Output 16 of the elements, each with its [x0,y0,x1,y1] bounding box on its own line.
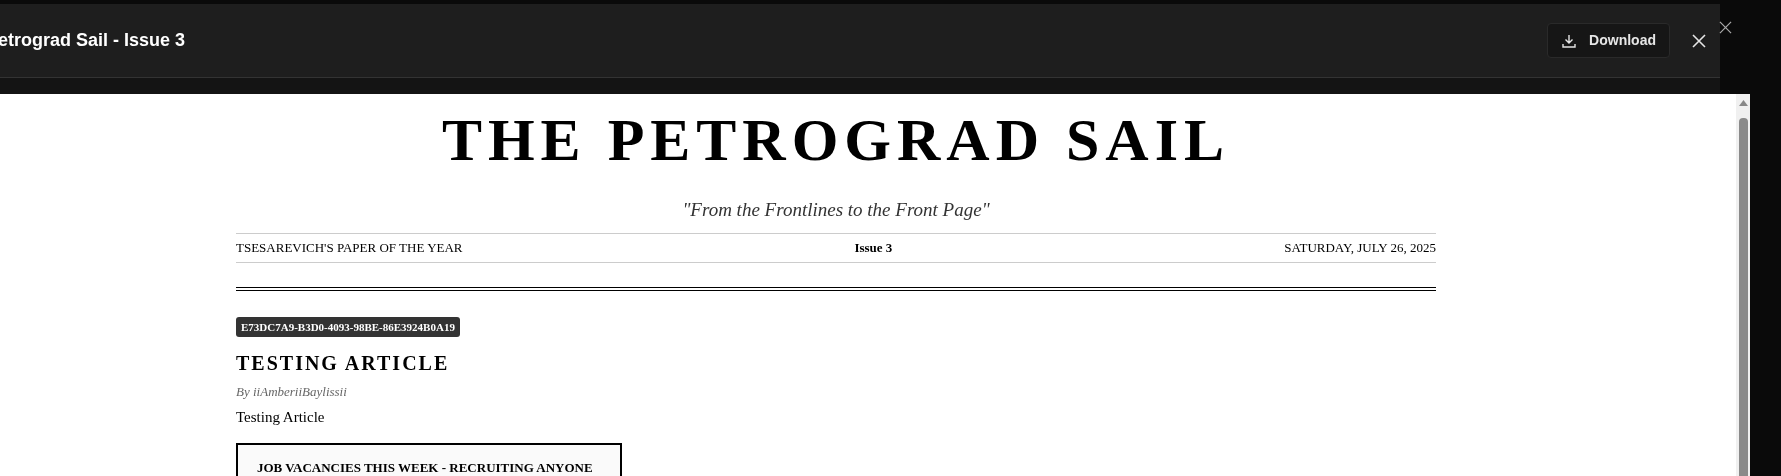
masthead-title: THE PETROGRAD SAIL [441,107,1231,173]
article-headline: TESTING ARTICLE [236,350,451,376]
close-icon[interactable] [1719,21,1732,34]
id-badge: E73DC7A9-B3D0-4093-98BE-86E3924B0A19 [236,316,460,337]
issue-number: Issue 3 [854,238,893,257]
scrollbar-thumb[interactable] [1738,118,1748,476]
date-text: SATURDAY, JULY 26, 2025 [1284,238,1436,257]
scrollbar[interactable] [1736,94,1750,476]
article-text: Testing Article [236,408,326,427]
box-heading: JOB VACANCIES THIS WEEK - RECRUITING ANYONE [257,459,593,475]
download-icon [1561,32,1578,49]
tagline: "From the Frontlines to the Front Page" [682,199,990,220]
info-text: TSESAREVICH'S PAPER OF THE YEAR [236,238,463,257]
download-button[interactable]: Download [1547,23,1670,58]
byline: By iiAmberiiBaylissii [236,382,348,401]
scroll-up-icon[interactable] [1738,100,1748,106]
